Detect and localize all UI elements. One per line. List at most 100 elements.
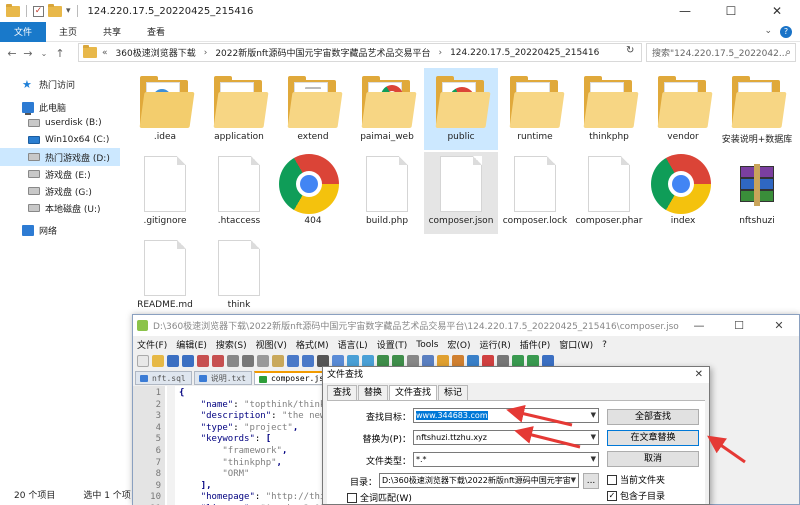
- filetype-input[interactable]: *.* ▼: [413, 452, 599, 467]
- tab-view[interactable]: 查看: [134, 22, 178, 42]
- menu-tools[interactable]: Tools: [416, 340, 438, 350]
- chevron-down-icon[interactable]: ▼: [591, 431, 596, 444]
- chevron-down-icon[interactable]: ▼: [591, 453, 596, 466]
- recent-dropdown-icon[interactable]: ⌄: [36, 49, 52, 58]
- file-item[interactable]: build.php: [350, 152, 424, 234]
- tab-home[interactable]: 主页: [46, 22, 90, 42]
- sidebar-item-drive-c[interactable]: Win10x64 (C:): [0, 131, 120, 149]
- breadcrumb-item[interactable]: 124.220.17.5_20220425_215416: [450, 48, 599, 58]
- maximize-button[interactable]: ☐: [719, 315, 759, 336]
- save-all-icon[interactable]: [182, 355, 194, 367]
- file-item[interactable]: public: [424, 68, 498, 150]
- sidebar-item-drive-u[interactable]: 本地磁盘 (U:): [0, 199, 120, 217]
- menu-help[interactable]: ?: [602, 340, 607, 350]
- file-item[interactable]: README.md: [128, 236, 202, 318]
- cut-icon[interactable]: [242, 355, 254, 367]
- tab-find-in-files[interactable]: 文件查找: [389, 385, 438, 400]
- breadcrumb-item[interactable]: 2022新版nft源码中国元宇宙数字藏品艺术品交易平台: [215, 46, 430, 59]
- file-item[interactable]: .gitignore: [128, 152, 202, 234]
- expand-ribbon-icon[interactable]: ⌄: [764, 26, 772, 38]
- file-item[interactable]: .idea: [128, 68, 202, 150]
- refresh-icon[interactable]: ↻: [626, 45, 634, 56]
- open-file-icon[interactable]: [152, 355, 164, 367]
- menu-format[interactable]: 格式(M): [296, 338, 329, 351]
- chevron-down-icon[interactable]: ▼: [571, 474, 576, 487]
- whole-word-checkbox[interactable]: 全词匹配(W): [347, 491, 412, 504]
- close-file-icon[interactable]: [197, 355, 209, 367]
- tab-replace[interactable]: 替换: [358, 385, 389, 400]
- chevron-right-icon[interactable]: ›: [204, 48, 208, 58]
- search-input[interactable]: 搜索"124.220.17.5_2022042... ⌕: [646, 43, 796, 62]
- sidebar-item-quick-access[interactable]: ★ 热门访问: [0, 75, 120, 93]
- close-button[interactable]: ✕: [754, 0, 800, 22]
- new-file-icon[interactable]: [137, 355, 149, 367]
- tab-share[interactable]: 共享: [90, 22, 134, 42]
- breadcrumb-overflow[interactable]: «: [102, 48, 108, 58]
- file-item[interactable]: application: [202, 68, 276, 150]
- chevron-right-icon[interactable]: ›: [438, 48, 442, 58]
- new-folder-icon[interactable]: [48, 3, 62, 17]
- file-item[interactable]: .htaccess: [202, 152, 276, 234]
- tab-mark[interactable]: 标记: [438, 385, 469, 400]
- minimize-button[interactable]: —: [679, 315, 719, 336]
- find-input[interactable]: www.344683.com ▼: [413, 408, 599, 423]
- copy-icon[interactable]: [257, 355, 269, 367]
- checkmark-icon[interactable]: ✓: [607, 490, 617, 501]
- help-icon[interactable]: ?: [780, 26, 792, 38]
- properties-icon[interactable]: ✓: [33, 5, 44, 17]
- file-item[interactable]: nftshuzi: [720, 152, 794, 234]
- menu-language[interactable]: 语言(L): [338, 338, 368, 351]
- tab-file[interactable]: 文件: [0, 21, 47, 42]
- minimize-button[interactable]: —: [662, 0, 708, 22]
- maximize-button[interactable]: ☐: [708, 0, 754, 22]
- search-icon[interactable]: ⌕: [785, 47, 791, 58]
- replace-in-files-button[interactable]: 在文章替换: [607, 430, 699, 446]
- close-all-icon[interactable]: [212, 355, 224, 367]
- include-subfolders-checkbox[interactable]: ✓ 包含子目录: [607, 489, 665, 502]
- directory-input[interactable]: D:\360极速浏览器下载\2022新版nft源码中国元宇宙 ▼: [379, 473, 579, 488]
- file-item[interactable]: composer.lock: [498, 152, 572, 234]
- print-icon[interactable]: [227, 355, 239, 367]
- quick-access-dropdown-icon[interactable]: ▾: [66, 6, 71, 16]
- tab-nft-sql[interactable]: nft.sql: [135, 371, 192, 385]
- checkbox-icon[interactable]: [607, 474, 617, 485]
- file-item[interactable]: 安装说明+数据库: [720, 68, 794, 150]
- replace-input[interactable]: nftshuzi.ttzhu.xyz ▼: [413, 430, 599, 445]
- sidebar-item-drive-g[interactable]: 游戏盘 (G:): [0, 182, 120, 200]
- tab-find[interactable]: 查找: [327, 385, 358, 400]
- file-item[interactable]: vendor: [646, 68, 720, 150]
- up-arrow-icon[interactable]: ↑: [52, 47, 68, 60]
- file-item[interactable]: paimai_web: [350, 68, 424, 150]
- dialog-close-icon[interactable]: ✕: [695, 367, 703, 383]
- undo-icon[interactable]: [287, 355, 299, 367]
- file-item[interactable]: 404: [276, 152, 350, 234]
- find-all-button[interactable]: 全部查找: [607, 409, 699, 425]
- menu-view[interactable]: 视图(V): [256, 338, 287, 351]
- tab-readme-txt[interactable]: 说明.txt: [193, 371, 252, 385]
- current-folder-checkbox[interactable]: 当前文件夹: [607, 473, 665, 486]
- sidebar-item-network[interactable]: 网络: [0, 221, 120, 239]
- file-item[interactable]: think: [202, 236, 276, 318]
- save-icon[interactable]: [167, 355, 179, 367]
- menu-settings[interactable]: 设置(T): [377, 338, 408, 351]
- file-item[interactable]: runtime: [498, 68, 572, 150]
- browse-button[interactable]: ...: [583, 473, 599, 489]
- address-bar[interactable]: « 360极速浏览器下载 › 2022新版nft源码中国元宇宙数字藏品艺术品交易…: [78, 43, 642, 62]
- menu-plugins[interactable]: 插件(P): [520, 338, 550, 351]
- breadcrumb-item[interactable]: 360极速浏览器下载: [116, 46, 196, 59]
- sidebar-item-drive-b[interactable]: userdisk (B:): [0, 114, 120, 132]
- menu-file[interactable]: 文件(F): [137, 338, 167, 351]
- back-arrow-icon[interactable]: ←: [4, 47, 20, 60]
- menu-run[interactable]: 运行(R): [480, 338, 511, 351]
- menu-edit[interactable]: 编辑(E): [176, 338, 207, 351]
- file-item[interactable]: composer.phar: [572, 152, 646, 234]
- redo-icon[interactable]: [302, 355, 314, 367]
- file-item[interactable]: extend: [276, 68, 350, 150]
- menu-macro[interactable]: 宏(O): [447, 338, 470, 351]
- paste-icon[interactable]: [272, 355, 284, 367]
- file-item[interactable]: composer.json: [424, 152, 498, 234]
- menu-search[interactable]: 搜索(S): [216, 338, 247, 351]
- chevron-down-icon[interactable]: ▼: [591, 409, 596, 422]
- file-item[interactable]: index: [646, 152, 720, 234]
- menu-window[interactable]: 窗口(W): [559, 338, 593, 351]
